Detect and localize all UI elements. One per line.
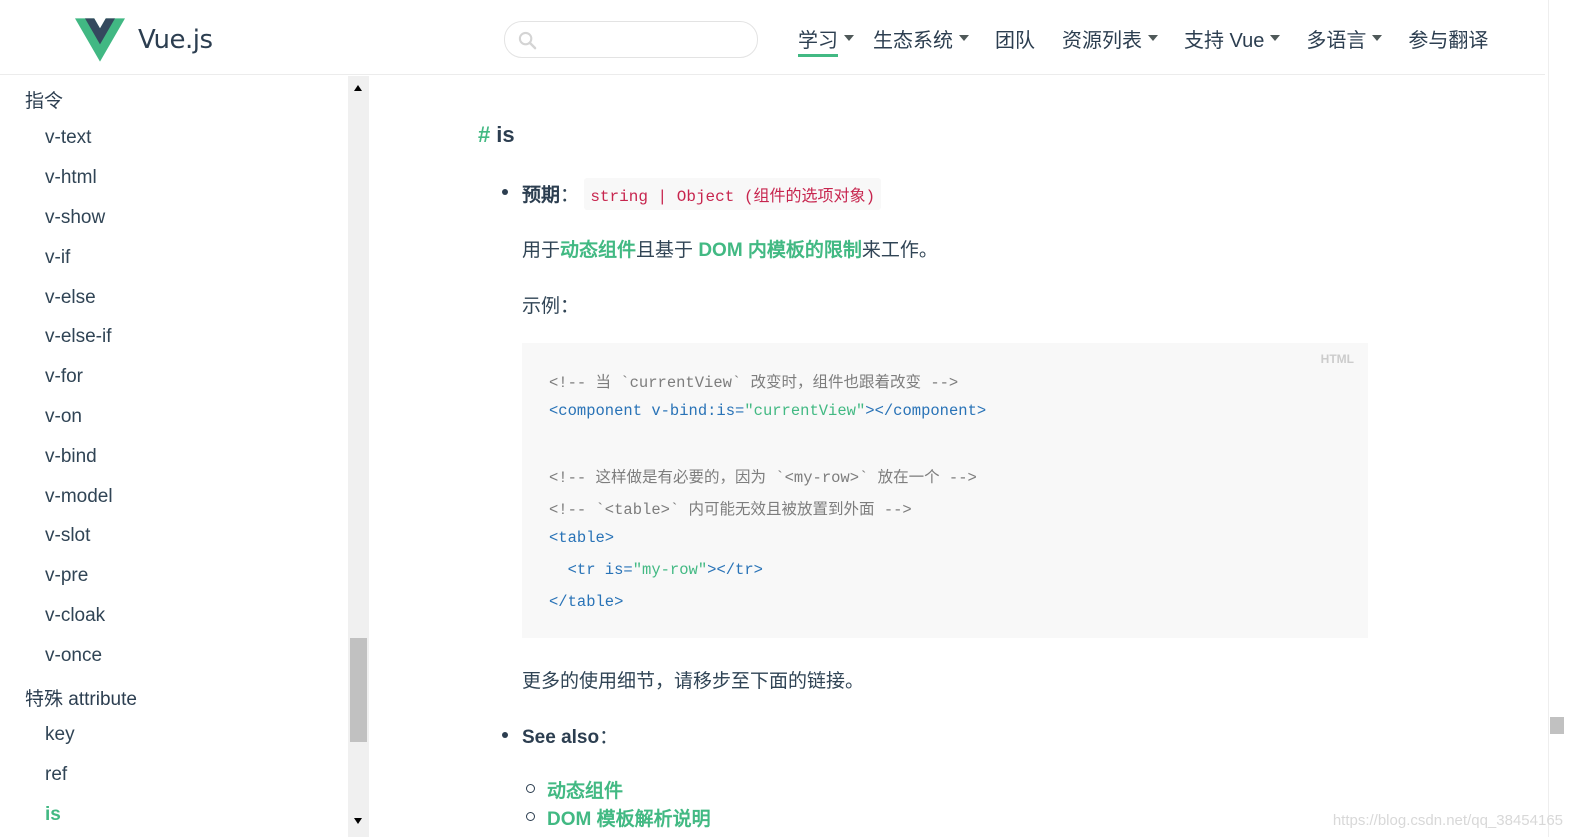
sidebar-item-v-bind[interactable]: v-bind	[45, 446, 97, 468]
scroll-up-icon[interactable]	[354, 85, 362, 91]
sidebar-item-v-on[interactable]: v-on	[45, 406, 82, 428]
example-label: 示例：	[522, 296, 580, 317]
code-line: <tr is="my-row"></tr>	[549, 561, 763, 579]
nav-team-label: 团队	[995, 29, 1035, 52]
nav-ecosystem-label: 生态系统	[873, 29, 953, 52]
nav-ecosystem[interactable]: 生态系统	[873, 24, 969, 52]
nav-learn[interactable]: 学习	[798, 24, 854, 57]
sidebar-item-v-pre[interactable]: v-pre	[45, 565, 88, 587]
sidebar-section-special-attributes: 特殊 attribute	[25, 689, 137, 710]
sidebar-item-v-html[interactable]: v-html	[45, 167, 97, 189]
nav-team[interactable]: 团队	[995, 24, 1035, 52]
list-bullet	[502, 732, 508, 738]
caret-down-icon	[1270, 35, 1281, 41]
nav-resources[interactable]: 资源列表	[1062, 24, 1158, 52]
see-also-label: See also	[522, 727, 600, 748]
code-line: <component v-bind:is="currentView"></com…	[549, 402, 986, 420]
list-bullet	[526, 812, 535, 821]
nav-resources-label: 资源列表	[1062, 29, 1142, 52]
see-also-dom-template-parsing-link[interactable]: DOM 模板解析说明	[547, 804, 711, 831]
heading-text: is	[496, 122, 515, 147]
sidebar: 指令 v-text v-html v-show v-if v-else v-el…	[0, 76, 348, 837]
code-token: ></tr>	[707, 561, 763, 579]
main-nav: 学习 生态系统 团队 资源列表 支持 Vue 多语言 参与翻译	[798, 24, 1488, 58]
colon: ：	[560, 185, 580, 206]
dom-template-caveats-link[interactable]: DOM 内模板的限制	[698, 240, 862, 261]
watermark: https://blog.csdn.net/qq_38454165	[1332, 812, 1563, 829]
nav-learn-label: 学习	[798, 29, 838, 52]
more-details-text: 更多的使用细节，请移步至下面的链接。	[522, 671, 865, 692]
sidebar-item-v-model[interactable]: v-model	[45, 486, 113, 508]
usage-mid: 且基于	[636, 240, 699, 261]
page-scroll-track[interactable]	[1548, 0, 1566, 837]
page-scrollbar[interactable]	[1545, 0, 1575, 837]
expected-label: 预期	[522, 185, 561, 206]
expected-type-row: 预期： string | Object (组件的选项对象)	[522, 178, 882, 210]
logo-link[interactable]: Vue.js	[75, 18, 213, 62]
sidebar-item-v-text[interactable]: v-text	[45, 127, 91, 149]
expected-type-code: string | Object (组件的选项对象)	[584, 178, 882, 210]
caret-down-icon	[1372, 35, 1383, 41]
code-line: </table>	[549, 593, 624, 611]
code-line: <!-- 当 `currentView` 改变时，组件也跟着改变 -->	[549, 374, 959, 392]
sidebar-item-v-if[interactable]: v-if	[45, 247, 70, 269]
main-content: # is 预期： string | Object (组件的选项对象) 用于动态组件…	[369, 76, 1545, 837]
code-block: HTML <!-- 当 `currentView` 改变时，组件也跟着改变 --…	[522, 343, 1368, 638]
caret-down-icon	[1148, 35, 1158, 41]
sidebar-item-v-slot[interactable]: v-slot	[45, 525, 90, 547]
caret-down-icon	[844, 35, 854, 41]
usage-suffix: 来工作。	[861, 240, 938, 261]
list-bullet	[502, 189, 508, 195]
usage-description: 用于动态组件且基于 DOM 内模板的限制来工作。	[522, 235, 938, 262]
code-language-label: HTML	[1320, 352, 1354, 366]
list-bullet	[526, 784, 535, 793]
nav-languages-label: 多语言	[1306, 29, 1367, 52]
search-icon	[518, 31, 537, 50]
scroll-down-icon[interactable]	[354, 818, 362, 824]
sidebar-scrollbar[interactable]	[348, 76, 369, 837]
see-also-row: See also：	[522, 722, 618, 749]
sidebar-section-directives: 指令	[25, 91, 64, 112]
brand-name: Vue.js	[138, 25, 213, 55]
vue-logo-icon	[75, 18, 125, 62]
sidebar-item-v-else[interactable]: v-else	[45, 287, 96, 309]
see-also-dynamic-components-link[interactable]: 动态组件	[547, 776, 623, 803]
search-input[interactable]	[504, 21, 758, 58]
code-token: "my-row"	[632, 561, 708, 579]
sidebar-scroll-thumb[interactable]	[350, 638, 367, 742]
code-line: <!-- `<table>` 内可能无效且被放置到外面 -->	[549, 501, 912, 519]
colon: ：	[599, 727, 619, 748]
code-token: <tr is=	[549, 561, 633, 579]
usage-prefix: 用于	[522, 240, 561, 261]
sidebar-item-v-cloak[interactable]: v-cloak	[45, 605, 105, 627]
code-token: <component v-bind:is=	[549, 402, 745, 420]
code-line: <table>	[549, 529, 615, 547]
caret-down-icon	[959, 35, 969, 41]
page-scroll-thumb[interactable]	[1550, 717, 1564, 734]
nav-languages[interactable]: 多语言	[1306, 24, 1383, 52]
sidebar-item-v-else-if[interactable]: v-else-if	[45, 326, 112, 348]
code-token: "currentView"	[744, 402, 866, 420]
sidebar-item-ref[interactable]: ref	[45, 764, 67, 786]
nav-support[interactable]: 支持 Vue	[1184, 24, 1281, 52]
code-token: ></component>	[865, 402, 987, 420]
sidebar-item-v-once[interactable]: v-once	[45, 645, 102, 667]
dynamic-components-link[interactable]: 动态组件	[560, 240, 636, 261]
sidebar-item-v-for[interactable]: v-for	[45, 366, 83, 388]
nav-translate-label: 参与翻译	[1408, 29, 1489, 52]
sidebar-item-key[interactable]: key	[45, 724, 75, 746]
heading-anchor-link[interactable]: #	[478, 122, 490, 147]
sidebar-item-v-show[interactable]: v-show	[45, 207, 105, 229]
top-navbar: Vue.js 学习 生态系统 团队 资源列表 支持 Vue 多语言 参与翻译	[0, 0, 1545, 75]
nav-translate[interactable]: 参与翻译	[1408, 24, 1488, 52]
nav-support-label: 支持 Vue	[1184, 29, 1265, 52]
section-heading: # is	[478, 122, 515, 148]
code-line: <!-- 这样做是有必要的，因为 `<my-row>` 放在一个 -->	[549, 469, 977, 487]
sidebar-item-is[interactable]: is	[45, 804, 61, 826]
